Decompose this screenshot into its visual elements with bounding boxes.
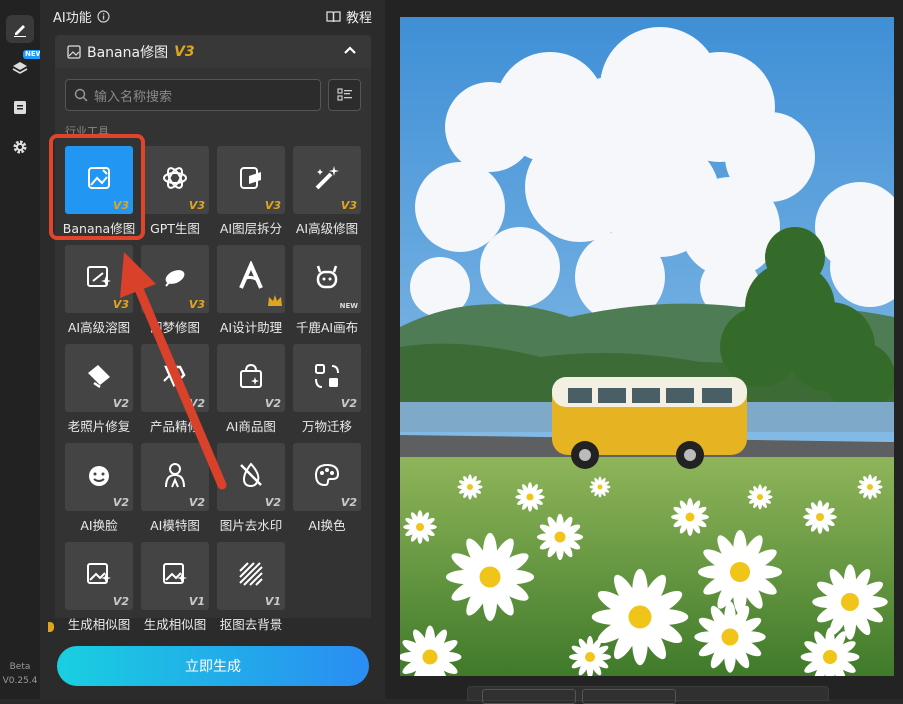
pencil-icon [14, 25, 26, 37]
landscape-photo [400, 17, 894, 676]
tool-label: 千鹿AI画布 [295, 320, 359, 335]
search-input[interactable]: 输入名称搜索 [65, 79, 321, 111]
deer-icon [312, 262, 342, 296]
version-badge: V2 [340, 397, 357, 410]
annotation-arrow [120, 252, 227, 490]
tool-tile[interactable]: V2 [65, 542, 133, 610]
panel-title: AI功能 [53, 11, 92, 26]
tutorial-label: 教程 [345, 11, 372, 26]
preview-image[interactable] [400, 17, 894, 676]
edit-tool-button[interactable] [6, 15, 34, 43]
similar-image-icon [160, 559, 190, 593]
tool-label: 生成相似图 [67, 617, 131, 632]
tool-tile[interactable]: V3 [141, 146, 209, 214]
version-badge: V3 [340, 199, 357, 212]
magic-wand-icon [312, 163, 342, 197]
watermark-remove-icon [236, 460, 266, 494]
beta-label: Beta [9, 662, 31, 672]
clipboard-icon [14, 101, 26, 114]
tool-label: 抠图去背景 [219, 617, 283, 632]
search-placeholder: 输入名称搜索 [94, 89, 173, 105]
similar-image-icon [84, 559, 114, 593]
version-badge: V2 [112, 595, 129, 608]
tool-label: AI图层拆分 [219, 221, 283, 236]
tool-label: AI高级修图 [295, 221, 359, 236]
new-tag: NEW [339, 302, 358, 310]
version-label: V0.25.4 [2, 676, 38, 686]
version-badge: V1 [264, 595, 281, 608]
version-badge: V3 [188, 199, 205, 212]
remove-bg-icon [236, 559, 266, 593]
left-rail: NEW Beta V0.25.4 [0, 0, 46, 699]
bottom-button-1[interactable] [482, 689, 576, 704]
tool-tile[interactable]: V3 [293, 146, 361, 214]
search-icon [74, 88, 88, 102]
gold-indicator [48, 622, 54, 632]
tool-tile[interactable]: V1 [217, 542, 285, 610]
layers-icon [12, 62, 28, 74]
tool-label: AI模特图 [150, 518, 200, 533]
notes-button[interactable] [6, 93, 34, 121]
crown-icon [267, 292, 283, 311]
tutorial-link[interactable]: 教程 [326, 7, 372, 26]
settings-button[interactable] [6, 133, 34, 161]
image-edit-icon [67, 44, 81, 59]
generate-button[interactable]: 立即生成 [57, 646, 369, 686]
layer-split-icon [236, 163, 266, 197]
tool-label: 图片去水印 [219, 518, 283, 533]
panel-heading: AI功能 [53, 7, 110, 26]
book-icon [326, 11, 341, 23]
version-badge: V2 [264, 496, 281, 509]
tool-label: AI换脸 [80, 518, 118, 533]
version-badge: V2 [340, 496, 357, 509]
list-icon [336, 88, 352, 101]
version-badge: V1 [188, 595, 205, 608]
bottom-button-2[interactable] [582, 689, 676, 704]
shopping-bag-icon [236, 361, 266, 395]
tool-tile[interactable]: V1 [141, 542, 209, 610]
tool-label: AI换色 [308, 518, 346, 533]
tool-tile[interactable]: V2 [293, 344, 361, 412]
selected-highlight [49, 134, 145, 240]
version-badge: V2 [264, 397, 281, 410]
tool-tile[interactable]: V2 [293, 443, 361, 511]
feature-title: Banana修图 [87, 44, 169, 61]
gpt-logo-icon [160, 163, 190, 197]
feature-selector[interactable]: Banana修图 V3 [55, 35, 371, 68]
transfer-icon [312, 361, 342, 395]
gear-icon [13, 140, 27, 154]
tool-tile[interactable]: NEW [293, 245, 361, 313]
version-badge: V3 [264, 199, 281, 212]
tool-tile[interactable]: V3 [217, 146, 285, 214]
tool-label: 生成相似图 [143, 617, 207, 632]
tool-label: 万物迁移 [301, 419, 352, 434]
chevron-up-icon[interactable] [343, 43, 357, 57]
palette-icon [312, 460, 342, 494]
layers-button[interactable]: NEW [6, 50, 46, 82]
info-icon[interactable] [97, 10, 110, 23]
list-view-toggle[interactable] [328, 79, 361, 111]
feature-version: V3 [174, 43, 195, 60]
tool-label: GPT生图 [150, 221, 200, 236]
